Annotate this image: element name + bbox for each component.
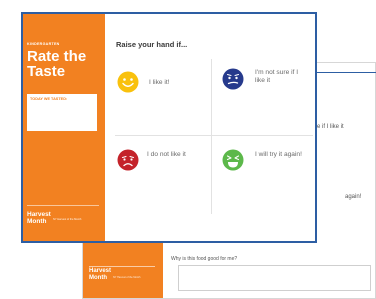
laughing-face-icon	[222, 149, 244, 171]
front-sheet: KINDERGARTEN Rate the Taste TODAY WE TAS…	[21, 12, 317, 243]
sheet-title: Rate the Taste	[27, 48, 87, 80]
unsure-face-icon	[222, 68, 244, 90]
choice-label: I'm not sure if I like it	[255, 69, 299, 84]
grid-divider-horizontal	[115, 135, 313, 136]
choice-label: I like it!	[149, 79, 170, 86]
raise-hand-heading: Raise your hand if...	[116, 40, 188, 49]
today-tasted-box[interactable]: TODAY WE TASTED:	[27, 94, 97, 131]
happy-face-icon	[117, 71, 139, 93]
choice-label: I do not like it	[147, 151, 186, 158]
back-brand-logo: Harvest Month	[89, 268, 112, 281]
front-orange-panel: KINDERGARTEN Rate the Taste TODAY WE TAS…	[23, 14, 105, 241]
back-not-sure-text: re if I like it	[315, 124, 344, 130]
front-footer-text: NY Harvest of the Month	[53, 218, 82, 221]
back-question-label: Why is this food good for me?	[171, 256, 238, 262]
front-footer-rule	[27, 205, 99, 206]
sad-face-icon	[117, 149, 139, 171]
back-answer-field[interactable]	[178, 265, 371, 291]
choice-label: I will try it again!	[255, 151, 302, 158]
back-footer-rule	[89, 266, 155, 267]
worksheet-stage: Harvest Month NY Harvest of the Month re…	[0, 0, 376, 299]
back-try-again-text: again!	[345, 194, 362, 200]
grade-kicker: KINDERGARTEN	[27, 42, 60, 46]
today-tasted-label: TODAY WE TASTED:	[30, 97, 68, 101]
grid-divider-vertical	[211, 59, 212, 214]
front-brand-logo: Harvest Month	[27, 211, 51, 225]
back-footer-text: NY Harvest of the Month	[113, 276, 141, 279]
connector-line	[312, 72, 376, 73]
